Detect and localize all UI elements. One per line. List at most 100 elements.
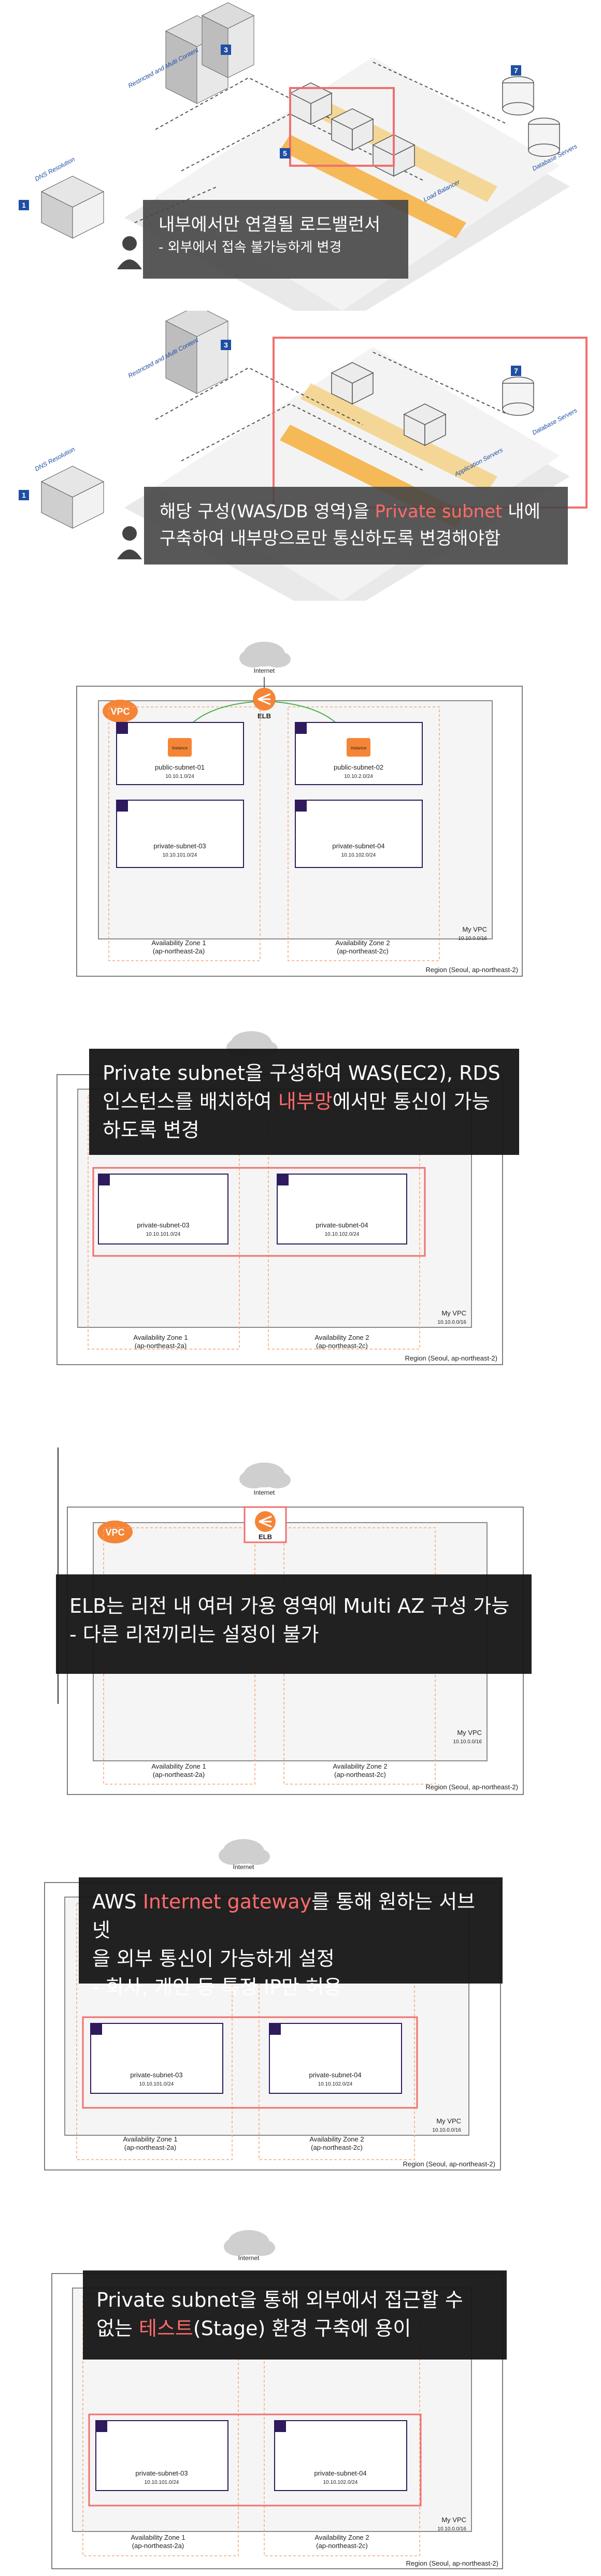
overlay-line-2: - 다른 리전끼리는 설정이 불가 bbox=[69, 1623, 319, 1646]
lock-icon bbox=[117, 800, 128, 812]
svg-text:10.10.102.0/24: 10.10.102.0/24 bbox=[325, 1232, 360, 1237]
svg-text:Availability Zone 2: Availability Zone 2 bbox=[333, 1762, 387, 1770]
svg-text:Region (Seoul, ap-northeast-2): Region (Seoul, ap-northeast-2) bbox=[403, 2160, 496, 2168]
svg-text:10.10.101.0/24: 10.10.101.0/24 bbox=[163, 852, 197, 858]
vpc-badge: VPC bbox=[103, 700, 138, 722]
vpc-panel-1: Internet VPC ELB Instance public-subnet-… bbox=[0, 629, 601, 987]
lock-icon bbox=[91, 2023, 102, 2035]
svg-text:10.10.0.0/16: 10.10.0.0/16 bbox=[437, 1320, 466, 1325]
svg-text:Availability Zone 1: Availability Zone 1 bbox=[131, 2534, 185, 2541]
svg-text:10.10.102.0/24: 10.10.102.0/24 bbox=[341, 852, 376, 858]
user-icon bbox=[117, 526, 142, 559]
svg-text:Availability Zone 1: Availability Zone 1 bbox=[151, 1762, 206, 1770]
svg-text:My VPC: My VPC bbox=[441, 1309, 466, 1317]
svg-text:10.10.101.0/24: 10.10.101.0/24 bbox=[145, 2480, 179, 2485]
svg-text:(ap-northeast-2c): (ap-northeast-2c) bbox=[316, 1342, 368, 1350]
svg-text:Region (Seoul, ap-northeast-2): Region (Seoul, ap-northeast-2) bbox=[405, 1354, 498, 1362]
svg-text:Availability Zone 2: Availability Zone 2 bbox=[314, 2534, 369, 2541]
label-db-server: Database Servers bbox=[531, 407, 578, 436]
vpc-diagram: Internet VPC ELB Instance public-subnet-… bbox=[76, 642, 523, 977]
badge-3: 3 bbox=[224, 46, 228, 54]
svg-text:Availability Zone 2: Availability Zone 2 bbox=[335, 939, 390, 947]
svg-text:(ap-northeast-2a): (ap-northeast-2a) bbox=[124, 2144, 176, 2151]
svg-text:(ap-northeast-2c): (ap-northeast-2c) bbox=[316, 2542, 368, 2550]
overlay-line-3: 하도록 변경 bbox=[103, 1119, 199, 1142]
svg-text:Region (Seoul, ap-northeast-2): Region (Seoul, ap-northeast-2) bbox=[406, 2559, 499, 2567]
svg-text:private-subnet-04: private-subnet-04 bbox=[316, 1221, 368, 1229]
svg-text:(ap-northeast-2a): (ap-northeast-2a) bbox=[132, 2542, 184, 2550]
svg-text:private-subnet-03: private-subnet-03 bbox=[130, 2071, 182, 2079]
lock-icon bbox=[295, 800, 307, 812]
lock-icon bbox=[277, 1174, 289, 1185]
overlay-elb-multi-az: ELB는 리전 내 여러 가용 영역에 Multi AZ 구성 가능 - 다른 … bbox=[56, 1574, 532, 1674]
overlay-line-1: Private subnet을 통해 외부에서 접근할 수 bbox=[96, 2289, 463, 2311]
vpc-panel-5: Internet private-subnet-03 10.10.101.0/2… bbox=[0, 2222, 601, 2576]
svg-text:(ap-northeast-2c): (ap-northeast-2c) bbox=[311, 2144, 363, 2151]
svg-text:Internet: Internet bbox=[254, 667, 275, 674]
svg-text:Internet: Internet bbox=[233, 1863, 254, 1871]
overlay-test-stage: Private subnet을 통해 외부에서 접근할 수 없는 테스트(Sta… bbox=[83, 2270, 507, 2360]
vpc-panel-2: private-subnet-03 10.10.101.0/24 private… bbox=[0, 1023, 601, 1380]
internet-cloud-icon: Internet bbox=[224, 2230, 275, 2262]
overlay-line-2: 을 외부 통신이 가능하게 설정 bbox=[92, 1947, 335, 1971]
lock-icon bbox=[295, 722, 307, 734]
overlay-private-subnet: Private subnet을 구성하여 WAS(EC2), RDS 인스턴스를… bbox=[89, 1049, 519, 1155]
caption-sub: - 외부에서 접속 불가능하게 변경 bbox=[159, 240, 342, 255]
svg-text:10.10.0.0/16: 10.10.0.0/16 bbox=[437, 2526, 466, 2532]
svg-text:private-subnet-04: private-subnet-04 bbox=[309, 2071, 361, 2079]
caption-line-1: 해당 구성(WAS/DB 영역)을 Private subnet 내에 bbox=[160, 501, 540, 522]
svg-text:private-subnet-03: private-subnet-03 bbox=[135, 2469, 188, 2477]
svg-text:Internet: Internet bbox=[254, 1489, 275, 1496]
server-rack-icon bbox=[201, 2, 255, 78]
svg-text:10.10.102.0/24: 10.10.102.0/24 bbox=[318, 2081, 353, 2087]
vpc-panel-3: Internet VPC ELB My VPC 10.10.0.0/16 Ava… bbox=[0, 1445, 601, 1807]
svg-text:VPC: VPC bbox=[110, 706, 130, 717]
svg-text:private-subnet-04: private-subnet-04 bbox=[314, 2469, 366, 2477]
internet-cloud-icon: Internet bbox=[219, 1839, 270, 1871]
iso-panel-2: 1 3 7 DNS Resolution Restricted and Mult… bbox=[0, 311, 601, 601]
lock-icon bbox=[269, 2023, 281, 2035]
svg-text:My VPC: My VPC bbox=[462, 925, 487, 933]
overlay-internet-gateway: AWS Internet gateway를 통해 원하는 서브넷 을 외부 통신… bbox=[79, 1877, 503, 1999]
svg-text:10.10.101.0/24: 10.10.101.0/24 bbox=[146, 1232, 181, 1237]
svg-text:10.10.0.0/16: 10.10.0.0/16 bbox=[458, 936, 487, 942]
client-computer-icon bbox=[40, 466, 105, 529]
vpc-badge: VPC bbox=[97, 1521, 133, 1543]
overlay-line-1: ELB는 리전 내 여러 가용 영역에 Multi AZ 구성 가능 bbox=[69, 1595, 510, 1617]
iso-caption-1: 내부에서만 연결될 로드밸런서 - 외부에서 접속 불가능하게 변경 bbox=[143, 200, 408, 279]
caption-title: 내부에서만 연결될 로드밸런서 bbox=[159, 214, 381, 235]
lock-icon bbox=[98, 1174, 110, 1185]
overlay-line-3: - 회사, 개인 등 특정 IP만 허용 bbox=[92, 1976, 342, 1999]
iso-caption-2: 해당 구성(WAS/DB 영역)을 Private subnet 내에 구축하여… bbox=[144, 487, 568, 565]
badge-7: 7 bbox=[514, 66, 518, 75]
svg-text:My VPC: My VPC bbox=[441, 2516, 466, 2524]
svg-text:(ap-northeast-2c): (ap-northeast-2c) bbox=[334, 1771, 386, 1778]
svg-text:Availability Zone 2: Availability Zone 2 bbox=[314, 1334, 369, 1341]
svg-text:10.10.101.0/24: 10.10.101.0/24 bbox=[139, 2081, 174, 2087]
svg-text:(ap-northeast-2a): (ap-northeast-2a) bbox=[135, 1342, 187, 1350]
badge-3: 3 bbox=[224, 341, 228, 349]
svg-text:public-subnet-02: public-subnet-02 bbox=[334, 763, 383, 771]
svg-text:My VPC: My VPC bbox=[436, 2117, 461, 2125]
svg-text:private-subnet-03: private-subnet-03 bbox=[137, 1221, 189, 1229]
badge-1: 1 bbox=[22, 491, 26, 499]
svg-text:10.10.2.0/24: 10.10.2.0/24 bbox=[344, 774, 373, 779]
internet-cloud-icon: Internet bbox=[239, 642, 291, 674]
svg-text:Internet: Internet bbox=[238, 2254, 260, 2262]
svg-text:Instance: Instance bbox=[351, 746, 367, 750]
svg-text:Region (Seoul, ap-northeast-2): Region (Seoul, ap-northeast-2) bbox=[426, 966, 519, 974]
badge-1: 1 bbox=[22, 201, 26, 209]
iso-panel-1: 1 3 5 7 DNS Resolution Restricted and Mu… bbox=[0, 0, 601, 311]
svg-text:private-subnet-04: private-subnet-04 bbox=[332, 842, 384, 850]
svg-text:(ap-northeast-2a): (ap-northeast-2a) bbox=[153, 1771, 205, 1778]
svg-text:(ap-northeast-2c): (ap-northeast-2c) bbox=[337, 947, 389, 955]
overlay-line-2: 인스턴스를 배치하여 내부망에서만 통신이 가능 bbox=[103, 1090, 490, 1113]
svg-text:Availability Zone 2: Availability Zone 2 bbox=[309, 2135, 364, 2143]
badge-7: 7 bbox=[514, 367, 518, 375]
lock-icon bbox=[96, 2421, 107, 2432]
svg-text:ELB: ELB bbox=[257, 712, 271, 720]
overlay-line-1: AWS Internet gateway를 통해 원하는 서브넷 bbox=[92, 1890, 476, 1942]
svg-text:(ap-northeast-2a): (ap-northeast-2a) bbox=[153, 947, 205, 955]
overlay-line-2: 없는 테스트(Stage) 환경 구축에 용이 bbox=[96, 2317, 411, 2340]
vpc-panel-4: Internet private-subnet-03 10.10.101.0/2… bbox=[0, 1831, 601, 2188]
